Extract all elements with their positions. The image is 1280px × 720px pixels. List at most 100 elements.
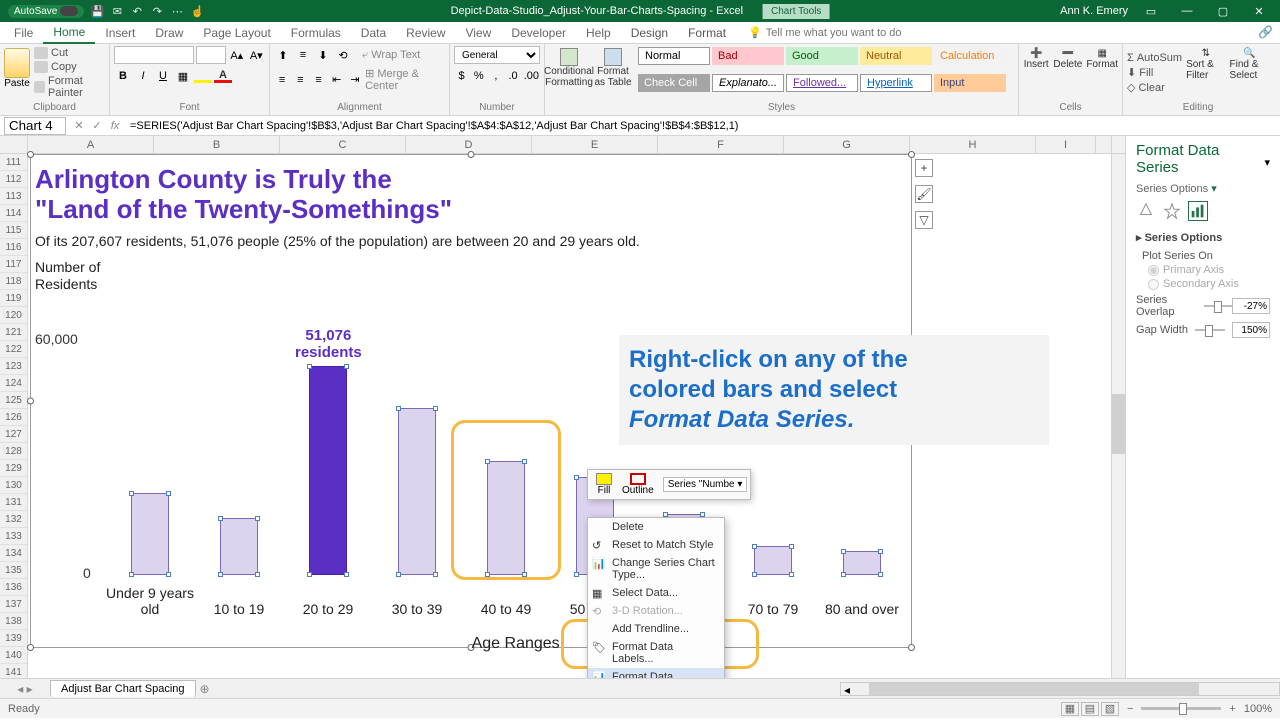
- font-size-input[interactable]: [196, 46, 226, 64]
- cut-button[interactable]: Cut: [34, 46, 105, 60]
- format-cells-button[interactable]: ▦Format: [1086, 46, 1118, 100]
- zoom-level[interactable]: 100%: [1244, 703, 1272, 715]
- col-header[interactable]: I: [1036, 136, 1096, 153]
- align-bottom-icon[interactable]: ⬇: [314, 46, 332, 64]
- ctx-format-labels[interactable]: 🏷Format Data Labels...: [588, 638, 724, 668]
- align-left-icon[interactable]: ≡: [274, 71, 290, 89]
- autosum-button[interactable]: Σ AutoSum: [1127, 51, 1182, 65]
- row-header[interactable]: 116: [0, 239, 27, 256]
- ctx-reset[interactable]: ↺Reset to Match Style: [588, 536, 724, 554]
- row-header[interactable]: 114: [0, 205, 27, 222]
- clear-button[interactable]: ◇ Clear: [1127, 80, 1182, 95]
- delete-cells-button[interactable]: ➖Delete: [1053, 46, 1082, 100]
- style-normal[interactable]: Normal: [638, 47, 710, 65]
- gap-width-slider[interactable]: [1195, 329, 1225, 331]
- row-header[interactable]: 126: [0, 409, 27, 426]
- row-header[interactable]: 115: [0, 222, 27, 239]
- currency-icon[interactable]: $: [454, 67, 469, 85]
- row-header[interactable]: 131: [0, 494, 27, 511]
- zoom-in-icon[interactable]: +: [1229, 703, 1235, 715]
- row-header[interactable]: 120: [0, 307, 27, 324]
- align-top-icon[interactable]: ⬆: [274, 46, 292, 64]
- page-break-view-icon[interactable]: ▧: [1101, 702, 1119, 716]
- wrap-text-button[interactable]: ⤶ Wrap Text: [362, 49, 420, 62]
- row-header[interactable]: 129: [0, 460, 27, 477]
- row-header[interactable]: 135: [0, 562, 27, 579]
- style-input[interactable]: Input: [934, 74, 1006, 92]
- col-header[interactable]: E: [532, 136, 658, 153]
- chart-bar[interactable]: [220, 518, 258, 575]
- fill-color-button[interactable]: [194, 69, 212, 83]
- chart-styles-button[interactable]: 🖌: [915, 185, 933, 203]
- col-header[interactable]: H: [910, 136, 1036, 153]
- chart-title[interactable]: Arlington County is Truly the "Land of t…: [31, 155, 911, 229]
- row-header[interactable]: 125: [0, 392, 27, 409]
- chart-bar[interactable]: [843, 551, 881, 576]
- style-neutral[interactable]: Neutral: [860, 47, 932, 65]
- minimize-icon[interactable]: —: [1174, 0, 1200, 22]
- tab-view[interactable]: View: [456, 22, 502, 44]
- tell-me-input[interactable]: [766, 27, 966, 39]
- email-icon[interactable]: ✉: [110, 4, 124, 18]
- row-header[interactable]: 122: [0, 341, 27, 358]
- chart-bar[interactable]: [309, 366, 347, 575]
- mini-outline-button[interactable]: Outline: [617, 473, 659, 496]
- style-followed[interactable]: Followed...: [786, 74, 858, 92]
- sheet-tab[interactable]: Adjust Bar Chart Spacing: [50, 680, 196, 697]
- tab-developer[interactable]: Developer: [501, 22, 576, 44]
- pane-dropdown-icon[interactable]: ▾: [1264, 156, 1270, 169]
- zoom-slider[interactable]: [1141, 707, 1221, 710]
- col-header[interactable]: C: [280, 136, 406, 153]
- ctx-format-series[interactable]: 📊Format Data Series...: [588, 668, 724, 678]
- style-hyperlink[interactable]: Hyperlink: [860, 74, 932, 92]
- style-good[interactable]: Good: [786, 47, 858, 65]
- chart-subtitle[interactable]: Of its 207,607 residents, 51,076 people …: [31, 229, 911, 259]
- row-header[interactable]: 128: [0, 443, 27, 460]
- font-color-button[interactable]: A: [214, 69, 232, 83]
- chart-bar[interactable]: [487, 461, 525, 575]
- tab-review[interactable]: Review: [396, 22, 455, 44]
- vertical-scrollbar[interactable]: [1111, 136, 1125, 678]
- y-axis-title[interactable]: Number ofResidents: [31, 259, 911, 293]
- orientation-icon[interactable]: ⟲: [334, 46, 352, 64]
- chart-object[interactable]: + 🖌 ▽ Arlington County is Truly the "Lan…: [30, 154, 912, 648]
- decrease-font-icon[interactable]: A▾: [248, 46, 266, 64]
- horizontal-scrollbar[interactable]: ◂: [840, 682, 1280, 696]
- tab-formulas[interactable]: Formulas: [281, 22, 351, 44]
- insert-cells-button[interactable]: ➕Insert: [1023, 46, 1049, 100]
- add-sheet-button[interactable]: ⊕: [196, 682, 214, 696]
- style-explanatory[interactable]: Explanato...: [712, 74, 784, 92]
- row-header[interactable]: 136: [0, 579, 27, 596]
- tab-format[interactable]: Format: [678, 22, 736, 44]
- increase-font-icon[interactable]: A▴: [228, 46, 246, 64]
- worksheet-grid[interactable]: A B C D E F G H I 1111121131141151161171…: [0, 136, 1111, 678]
- paste-button[interactable]: Paste: [4, 46, 30, 100]
- undo-icon[interactable]: ↶: [130, 4, 144, 18]
- mini-fill-button[interactable]: Fill: [591, 473, 617, 496]
- underline-button[interactable]: U: [154, 67, 172, 85]
- decrease-dec-icon[interactable]: .00: [523, 67, 540, 85]
- enter-formula-icon[interactable]: ✓: [88, 119, 106, 132]
- row-header[interactable]: 111: [0, 154, 27, 171]
- resize-handle[interactable]: [27, 398, 34, 405]
- chart-elements-button[interactable]: +: [915, 159, 933, 177]
- tab-data[interactable]: Data: [351, 22, 396, 44]
- series-options-tab-icon[interactable]: [1188, 201, 1208, 221]
- chart-filters-button[interactable]: ▽: [915, 211, 933, 229]
- col-header[interactable]: B: [154, 136, 280, 153]
- chart-bar[interactable]: [131, 493, 169, 575]
- indent-dec-icon[interactable]: ⇤: [329, 71, 345, 89]
- border-button[interactable]: ▦: [174, 67, 192, 85]
- font-name-input[interactable]: [114, 46, 194, 64]
- redo-icon[interactable]: ↷: [150, 4, 164, 18]
- number-format-select[interactable]: General: [454, 46, 540, 64]
- row-header[interactable]: 130: [0, 477, 27, 494]
- indent-inc-icon[interactable]: ⇥: [347, 71, 363, 89]
- row-header[interactable]: 138: [0, 613, 27, 630]
- row-header[interactable]: 121: [0, 324, 27, 341]
- x-axis-title[interactable]: Age Ranges: [472, 635, 560, 653]
- row-header[interactable]: 132: [0, 511, 27, 528]
- fill-line-tab-icon[interactable]: [1136, 201, 1156, 221]
- resize-handle[interactable]: [27, 644, 34, 651]
- series-options-section[interactable]: ▸ Series Options: [1136, 231, 1270, 244]
